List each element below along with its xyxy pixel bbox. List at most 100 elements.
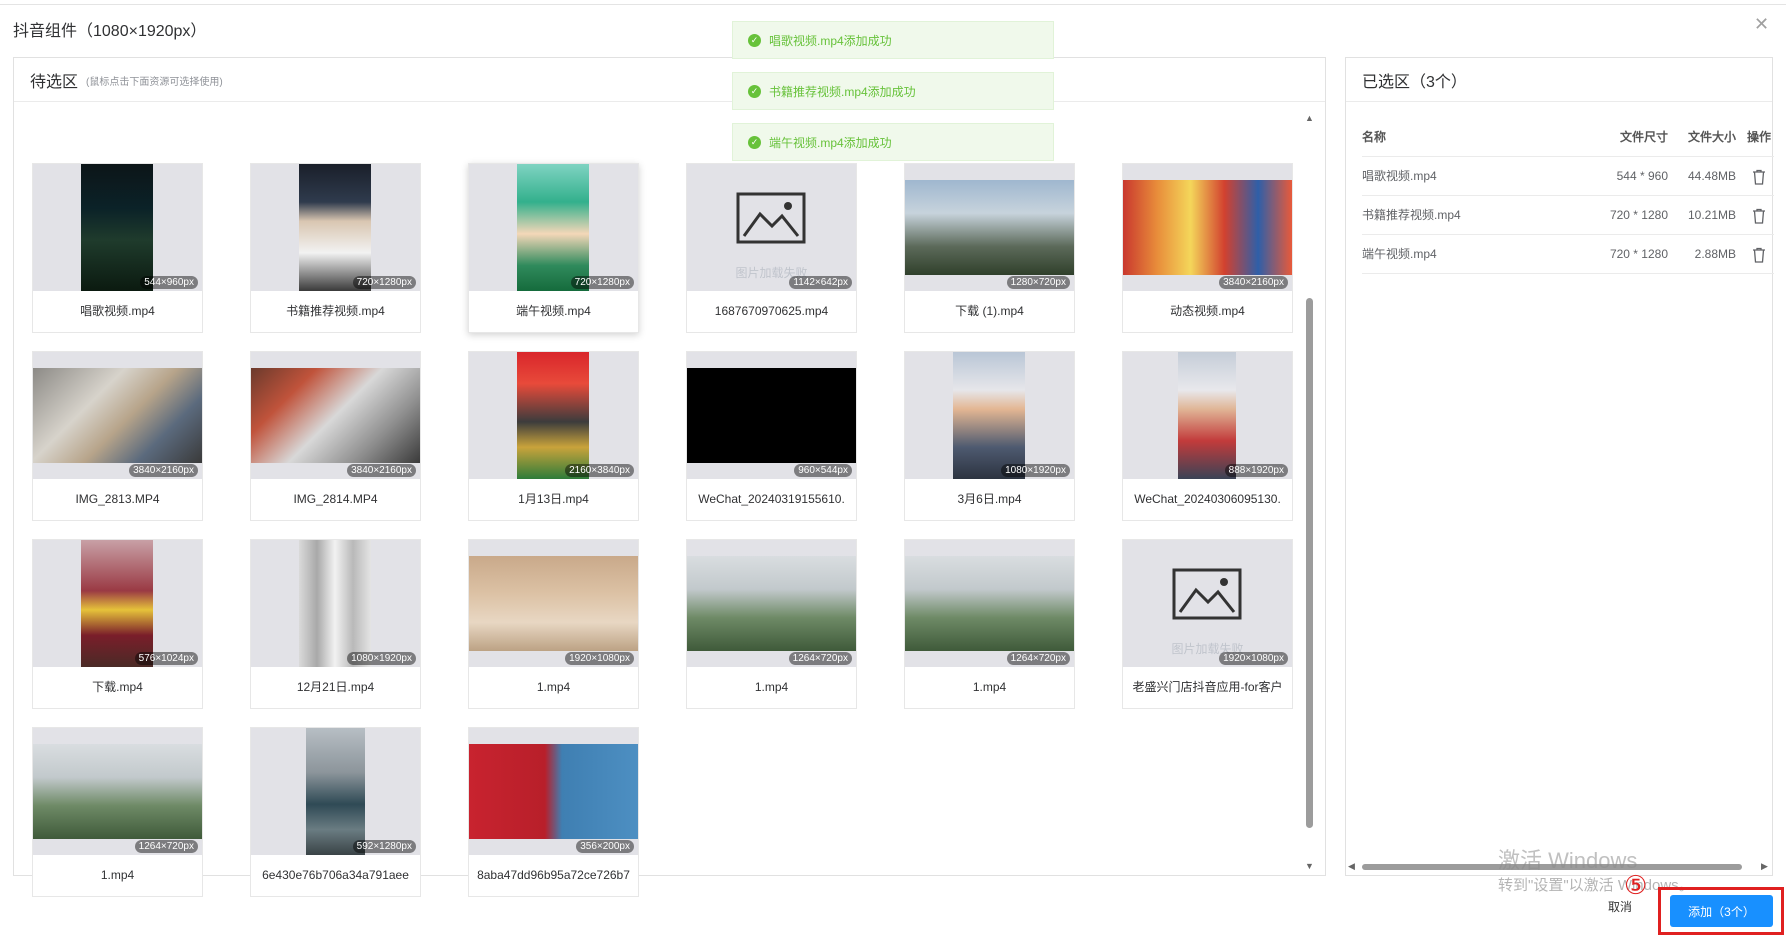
media-filename: 动态视频.mp4 (1170, 304, 1245, 318)
selected-table: 名称 文件尺寸 文件大小 操作 唱歌视频.mp4 544 * 960 44.48… (1362, 118, 1774, 274)
media-dimension: 3840×2160px (1219, 276, 1288, 289)
media-thumbnail: 576×1024px (33, 540, 202, 667)
media-card[interactable]: 576×1024px 下载.mp4 (32, 539, 203, 709)
media-thumbnail: 图片加载失败 1142×642px (687, 164, 856, 291)
media-thumbnail: 图片加载失败 1920×1080px (1123, 540, 1292, 667)
trash-icon[interactable] (1744, 235, 1774, 273)
trash-icon[interactable] (1744, 196, 1774, 234)
candidate-scrollbar[interactable]: ▲ ▼ (1304, 113, 1314, 873)
row-name: 书籍推荐视频.mp4 (1362, 208, 1461, 222)
col-dimension: 文件尺寸 (1619, 130, 1668, 144)
row-dimension: 720 * 1280 (1609, 247, 1668, 261)
scrollbar-thumb[interactable] (1306, 298, 1313, 828)
media-filename: 下载.mp4 (92, 680, 143, 694)
toast-message: 书籍推荐视频.mp4添加成功 (769, 84, 916, 99)
media-card[interactable]: 1920×1080px 1.mp4 (468, 539, 639, 709)
scroll-up-icon[interactable]: ▲ (1305, 113, 1314, 123)
success-toast: ✓ 书籍推荐视频.mp4添加成功 (732, 72, 1054, 110)
selected-title: 已选区（3个） (1362, 73, 1467, 91)
media-thumbnail: 1080×1920px (251, 540, 420, 667)
media-thumbnail: 1920×1080px (469, 540, 638, 667)
row-filesize: 44.48MB (1687, 169, 1736, 183)
media-filename: 1.mp4 (536, 680, 571, 694)
media-filename: 1.mp4 (754, 680, 789, 694)
media-card[interactable]: 图片加载失败 1920×1080px 老盛兴门店抖音应用-for客户 (1122, 539, 1293, 709)
close-icon[interactable]: ✕ (1754, 14, 1769, 35)
media-thumbnail: 720×1280px (251, 164, 420, 291)
media-thumbnail: 1264×720px (905, 540, 1074, 667)
scroll-right-icon[interactable]: ▶ (1761, 861, 1768, 872)
media-dimension: 960×544px (794, 464, 852, 477)
toast-message: 端午视频.mp4添加成功 (769, 135, 892, 150)
candidate-title: 待选区 (30, 73, 79, 91)
media-card[interactable]: 1264×720px 1.mp4 (32, 727, 203, 897)
media-card[interactable]: 356×200px 8aba47dd96b95a72ce726b7 (468, 727, 639, 897)
table-row: 端午视频.mp4 720 * 1280 2.88MB (1362, 235, 1774, 274)
media-thumbnail: 3840×2160px (1123, 164, 1292, 291)
step-number-badge: ⑤ (1624, 870, 1648, 900)
media-dimension: 1280×720px (1006, 276, 1070, 289)
media-card[interactable]: 720×1280px 端午视频.mp4 (468, 163, 639, 333)
media-filename: IMG_2814.MP4 (293, 492, 378, 506)
media-filename: IMG_2813.MP4 (75, 492, 160, 506)
row-filesize: 10.21MB (1687, 208, 1736, 222)
media-filename: 1.mp4 (100, 868, 135, 882)
candidate-panel: 待选区 (鼠标点击下面资源可选择使用) 544×960px 唱歌视频.mp4 7… (13, 57, 1326, 897)
media-card[interactable]: 1080×1920px 3月6日.mp4 (904, 351, 1075, 521)
media-dimension: 888×1920px (1224, 464, 1288, 477)
selected-panel: 已选区（3个） 名称 文件尺寸 文件大小 操作 唱歌视频.mp4 544 * 9… (1345, 57, 1774, 876)
media-card[interactable]: 图片加载失败 1142×642px 1687670970625.mp4 (686, 163, 857, 333)
media-filename: 端午视频.mp4 (516, 304, 591, 318)
media-card[interactable]: 960×544px WeChat_20240319155610. (686, 351, 857, 521)
media-thumbnail: 356×200px (469, 728, 638, 855)
media-card[interactable]: 888×1920px WeChat_20240306095130. (1122, 351, 1293, 521)
broken-image-icon (736, 192, 806, 244)
add-button[interactable]: 添加（3个） (1670, 895, 1773, 927)
media-thumbnail: 544×960px (33, 164, 202, 291)
row-name: 唱歌视频.mp4 (1362, 169, 1437, 183)
media-dimension: 720×1280px (570, 276, 634, 289)
row-dimension: 720 * 1280 (1609, 208, 1668, 222)
media-card[interactable]: 1264×720px 1.mp4 (686, 539, 857, 709)
media-filename: 8aba47dd96b95a72ce726b7 (477, 868, 630, 882)
media-card[interactable]: 1264×720px 1.mp4 (904, 539, 1075, 709)
media-card[interactable]: 720×1280px 书籍推荐视频.mp4 (250, 163, 421, 333)
scroll-down-icon[interactable]: ▼ (1305, 861, 1314, 871)
row-name: 端午视频.mp4 (1362, 247, 1437, 261)
media-filename: WeChat_20240319155610. (698, 492, 845, 506)
media-dimension: 1264×720px (1006, 652, 1070, 665)
media-dimension: 356×200px (576, 840, 634, 853)
media-thumbnail: 1080×1920px (905, 352, 1074, 479)
media-thumbnail: 1264×720px (33, 728, 202, 855)
media-card[interactable]: 3840×2160px IMG_2814.MP4 (250, 351, 421, 521)
cancel-button[interactable]: 取消 (1608, 898, 1632, 915)
media-dimension: 3840×2160px (129, 464, 198, 477)
media-card[interactable]: 2160×3840px 1月13日.mp4 (468, 351, 639, 521)
media-filename: 12月21日.mp4 (296, 680, 375, 694)
media-thumbnail: 1280×720px (905, 164, 1074, 291)
trash-icon[interactable] (1744, 157, 1774, 195)
table-header: 名称 文件尺寸 文件大小 操作 (1362, 118, 1774, 157)
media-card[interactable]: 544×960px 唱歌视频.mp4 (32, 163, 203, 333)
candidate-header: 待选区 (鼠标点击下面资源可选择使用) (14, 58, 1325, 102)
media-filename: 1687670970625.mp4 (714, 304, 829, 318)
media-filename: 书籍推荐视频.mp4 (286, 304, 385, 318)
media-card[interactable]: 3840×2160px IMG_2813.MP4 (32, 351, 203, 521)
row-filesize: 2.88MB (1694, 247, 1736, 261)
media-card[interactable]: 3840×2160px 动态视频.mp4 (1122, 163, 1293, 333)
media-card[interactable]: 592×1280px 6e430e76b706a34a791aee (250, 727, 421, 897)
media-card[interactable]: 1280×720px 下载 (1).mp4 (904, 163, 1075, 333)
media-dimension: 1920×1080px (1219, 652, 1288, 665)
media-filename: 1月13日.mp4 (518, 492, 589, 506)
scroll-left-icon[interactable]: ◀ (1348, 861, 1355, 872)
col-action: 操作 (1746, 130, 1771, 144)
media-filename: 唱歌视频.mp4 (80, 304, 155, 318)
media-dimension: 1080×1920px (347, 652, 416, 665)
check-circle-icon: ✓ (748, 135, 761, 149)
media-card[interactable]: 1080×1920px 12月21日.mp4 (250, 539, 421, 709)
top-divider (0, 4, 1786, 5)
media-dimension: 592×1280px (352, 840, 416, 853)
media-filename: 下载 (1).mp4 (955, 304, 1024, 318)
table-row: 书籍推荐视频.mp4 720 * 1280 10.21MB (1362, 196, 1774, 235)
col-filesize: 文件大小 (1687, 130, 1736, 144)
